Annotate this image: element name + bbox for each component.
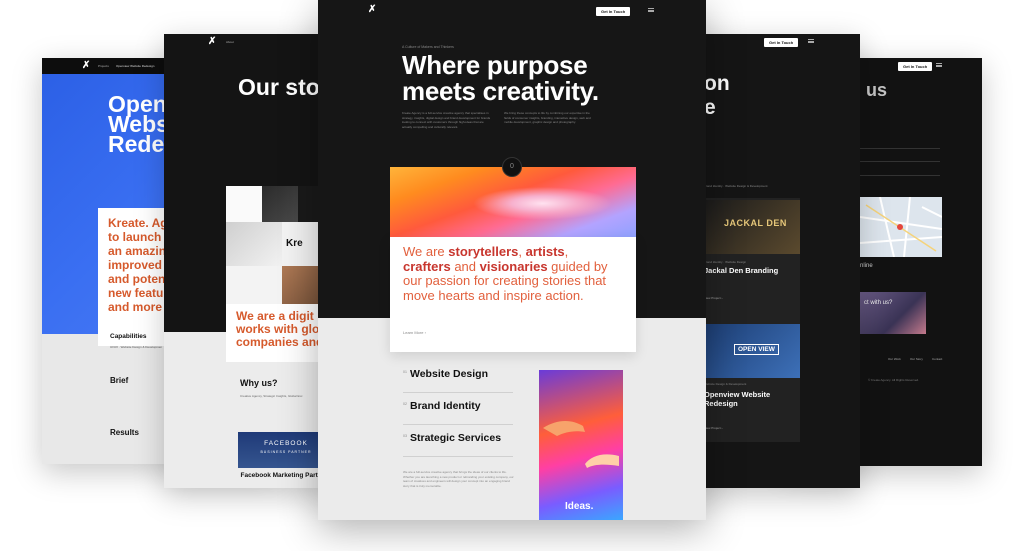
page-title: Our sto (238, 74, 320, 100)
intro-line: and more i (108, 300, 169, 314)
get-in-touch-button[interactable]: Get In Touch (596, 7, 631, 16)
scroll-indicator[interactable]: 0 (502, 157, 522, 177)
project-logo: JACKAL DEN (724, 218, 787, 228)
intro-line: new featur (108, 286, 169, 300)
highlight-word: storytellers (448, 244, 519, 259)
menu-icon[interactable] (808, 39, 814, 43)
text-segment: , (564, 244, 569, 259)
services-description: We are a full-service creative agency th… (403, 470, 514, 488)
gradient-image (390, 167, 636, 237)
form-field-line[interactable] (860, 161, 940, 162)
learn-more-link[interactable]: Learn More › (403, 330, 426, 335)
intro-line: and potent (108, 272, 170, 286)
grid-image (226, 222, 282, 266)
menu-icon[interactable] (936, 63, 942, 67)
about-page-mockup: ✗ About Our sto Kre We are a digit works… (164, 34, 334, 488)
get-in-touch-button[interactable]: Get In Touch (898, 62, 933, 71)
project-image-openview[interactable]: OPEN VIEW (704, 324, 800, 378)
cta-question: ct with us? (864, 300, 893, 306)
title-line: on (704, 72, 730, 95)
brief-heading: Brief (110, 376, 129, 385)
project-meta: Brand Identity · Website Design (704, 260, 747, 264)
eyebrow-text: A Culture of Makers and Thinkers (402, 45, 454, 49)
homepage-mockup: ✗ Get In Touch A Culture of Makers and T… (318, 0, 706, 520)
service-number: 02 (403, 402, 407, 406)
footer-link-contact[interactable]: Contact (932, 357, 942, 362)
map-roads (860, 197, 942, 257)
hands-illustration (543, 421, 619, 468)
form-field-line[interactable] (860, 175, 940, 176)
ideas-label: Ideas. (565, 501, 594, 512)
nav-label[interactable]: About (226, 40, 234, 45)
form-field-line[interactable] (860, 148, 940, 149)
footer-link-work[interactable]: Our Work (888, 357, 901, 362)
menu-icon[interactable] (648, 8, 654, 12)
project-title[interactable]: Jackal Den Branding (704, 266, 778, 275)
intro-line: We are a digit (236, 309, 314, 323)
intro-paragraph: We bring these concepts to life by combi… (504, 111, 591, 124)
hero-title: Where purpose meets creativity. (402, 52, 599, 104)
location-map[interactable] (860, 197, 942, 257)
project-meta: Website Design & Development (704, 382, 747, 386)
intro-line: companies and (236, 335, 324, 349)
logo-icon[interactable]: ✗ (208, 36, 216, 47)
grid-image (262, 186, 298, 222)
breadcrumb-item: Openview Website Redesign (116, 64, 155, 68)
highlight-word: artists (525, 244, 565, 259)
ideas-image: Ideas. (539, 370, 623, 520)
view-project-link[interactable]: View Project › (704, 296, 722, 301)
grid-image (226, 186, 262, 222)
intro-paragraph: Kreate Agency is a full-service creative… (402, 111, 491, 129)
service-brand-identity[interactable]: Brand Identity (410, 400, 481, 412)
divider (403, 392, 513, 393)
logo-icon[interactable]: ✗ (368, 4, 376, 15)
service-number: 01 (403, 370, 407, 374)
text-segment: We are (403, 244, 449, 259)
service-website-design[interactable]: Website Design (410, 368, 488, 380)
footer-link-story[interactable]: Our Story (910, 357, 923, 362)
mission-card: We are storytellers, artists, crafters a… (390, 237, 636, 352)
mission-text: We are storytellers, artists, crafters a… (403, 244, 623, 303)
copyright: © Kreate Agency. All Rights Reserved. (868, 378, 920, 382)
text-segment: , (518, 244, 526, 259)
meta-text: Brand Identity · Website Design & Develo… (704, 184, 768, 188)
page-title: on e (704, 72, 730, 120)
service-number: 03 (403, 434, 407, 438)
project-logo: OPEN VIEW (734, 344, 779, 355)
text-segment: and (450, 258, 480, 274)
divider (403, 456, 513, 457)
hero-title-line: meets creativity. (402, 76, 599, 106)
project-image-jackal[interactable]: JACKAL DEN (704, 200, 800, 254)
intro-line: works with glo (236, 322, 320, 336)
cta-image: ct with us? (860, 292, 926, 334)
projects-page-mockup: Get In Touch on e Brand Identity · Websit… (690, 34, 860, 488)
online-label: nline (860, 263, 873, 269)
highlight-word: visionaries (479, 258, 548, 274)
results-heading: Results (110, 428, 139, 437)
capabilities-text: UI/UX · Website Design & Developmen (110, 345, 163, 349)
capabilities-heading: Capabilities (110, 333, 147, 340)
logo-icon[interactable]: ✗ (82, 60, 90, 71)
intro-text: We are a digit works with glo companies … (236, 310, 326, 349)
get-in-touch-button[interactable]: Get In Touch (764, 38, 799, 47)
project-title[interactable]: Openview Website Redesign (704, 390, 794, 408)
showcase-stage: Get In Touch th us nline ct with us? Our… (0, 0, 1024, 551)
grid-label: Kre (286, 238, 303, 249)
why-us-subtitle: Creative Agency, Strategic Insights, Glo… (240, 394, 303, 398)
service-strategic-services[interactable]: Strategic Services (410, 432, 501, 444)
breadcrumb-item[interactable]: Projects (98, 64, 109, 69)
why-us-heading: Why us? (240, 378, 278, 388)
view-project-link[interactable]: View Project › (704, 426, 722, 431)
divider (403, 424, 513, 425)
highlight-word: crafters (403, 258, 451, 274)
